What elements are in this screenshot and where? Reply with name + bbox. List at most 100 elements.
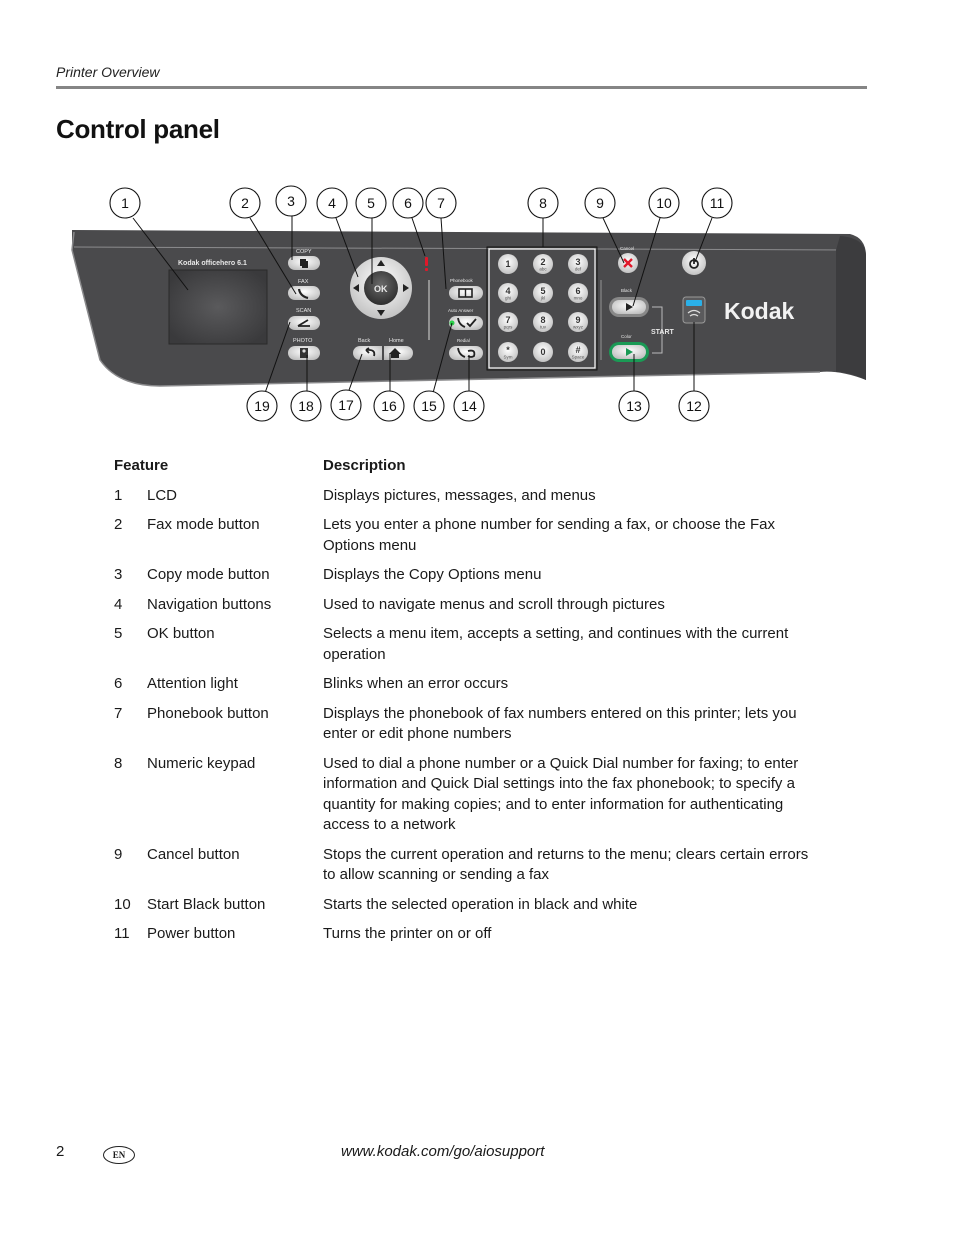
kodak-logo: Kodak bbox=[724, 298, 795, 324]
callout-number: 12 bbox=[686, 398, 702, 414]
feature-number: 8 bbox=[114, 754, 123, 772]
page-title: Control panel bbox=[56, 114, 220, 144]
svg-text:OK: OK bbox=[374, 284, 388, 294]
back-button[interactable] bbox=[353, 346, 382, 360]
callout: 8 bbox=[527, 187, 559, 219]
feature-description: Selects a menu item, accepts a setting, … bbox=[323, 625, 789, 663]
language-badge: EN bbox=[103, 1146, 135, 1164]
feature-table: Feature Description 1 LCD Displays picture… bbox=[114, 456, 814, 954]
page-number: 2 bbox=[56, 1143, 65, 1160]
keypad-key[interactable]: 3def bbox=[568, 254, 588, 274]
feature-number: 1 bbox=[114, 486, 123, 504]
callout-number: 1 bbox=[121, 195, 129, 211]
svg-text:FAX: FAX bbox=[298, 279, 309, 285]
callout-number: 13 bbox=[626, 398, 642, 414]
callout: 3 bbox=[275, 185, 307, 217]
svg-text:Auto Answer: Auto Answer bbox=[448, 308, 474, 313]
callout: 1 bbox=[109, 187, 141, 219]
callout-number: 15 bbox=[421, 398, 437, 414]
table-header-row: Feature Description bbox=[114, 456, 814, 486]
keypad-key[interactable]: 7pqrs bbox=[498, 312, 518, 332]
callout: 12 bbox=[678, 390, 710, 422]
feature-number: 2 bbox=[114, 516, 123, 533]
svg-text:Color: Color bbox=[621, 334, 632, 339]
feature-number: 10 bbox=[114, 895, 131, 913]
feature-description: Displays the phonebook of fax numbers en… bbox=[323, 704, 797, 743]
feature-name: Attention light bbox=[147, 675, 238, 692]
keypad-key-number: 3 bbox=[575, 257, 580, 267]
feature-name: Numeric keypad bbox=[147, 754, 256, 772]
table-row: 1 LCD Displays pictures, messages, and men… bbox=[114, 486, 814, 516]
keypad-key[interactable]: #Space bbox=[568, 342, 588, 362]
keypad-key-letters: tuv bbox=[540, 325, 547, 330]
feature-number: 6 bbox=[114, 675, 123, 692]
keypad-key[interactable]: 9wxyz bbox=[568, 312, 588, 332]
home-button[interactable] bbox=[384, 346, 413, 360]
start-label: START bbox=[651, 329, 675, 336]
callout: 16 bbox=[373, 390, 405, 422]
feature-number: 3 bbox=[114, 566, 123, 583]
feature-description: Starts the selected operation in black a… bbox=[323, 895, 638, 913]
keypad-key[interactable]: 2abc bbox=[533, 254, 553, 274]
keypad-key-number: 6 bbox=[575, 286, 580, 296]
table-row: 10 Start Black button Starts the selected … bbox=[114, 895, 814, 925]
callout-number: 18 bbox=[298, 398, 314, 414]
ok-button[interactable]: OK bbox=[364, 271, 398, 305]
feature-description: Displays pictures, messages, and menus bbox=[323, 486, 596, 504]
header-rule bbox=[56, 86, 867, 89]
svg-text:Redial: Redial bbox=[457, 338, 470, 343]
keypad-key-letters: Space bbox=[572, 355, 585, 360]
callout-number: 9 bbox=[596, 195, 604, 211]
callout: 17 bbox=[330, 389, 362, 421]
keypad-key[interactable]: 1 bbox=[498, 254, 518, 274]
feature-description: Used to navigate menus and scroll throug… bbox=[323, 595, 665, 613]
callout-number: 7 bbox=[437, 195, 445, 211]
callout-number: 4 bbox=[328, 195, 336, 211]
keypad-key-number: 5 bbox=[540, 286, 545, 296]
keypad-key[interactable]: 8tuv bbox=[533, 312, 553, 332]
table-body: 1 LCD Displays pictures, messages, and men… bbox=[114, 486, 814, 954]
keypad-key[interactable]: *Sym bbox=[498, 342, 518, 362]
table-row: 9 Cancel button Stops the current operatio… bbox=[114, 845, 814, 895]
feature-name: Power button bbox=[147, 925, 236, 942]
feature-name: Cancel button bbox=[147, 845, 240, 863]
callout: 11 bbox=[701, 187, 733, 219]
svg-text:Home: Home bbox=[389, 338, 404, 344]
feature-description: Blinks when an error occurs bbox=[323, 675, 509, 692]
callout-number: 16 bbox=[381, 398, 397, 414]
keypad-key-letters: abc bbox=[539, 267, 547, 272]
callout: 2 bbox=[229, 187, 261, 219]
keypad-key-number: # bbox=[575, 345, 580, 355]
feature-name: LCD bbox=[147, 486, 178, 504]
callout: 15 bbox=[413, 390, 445, 422]
keypad-key-letters: jkl bbox=[540, 296, 545, 301]
keypad-key-number: 7 bbox=[505, 315, 510, 325]
svg-text:Back: Back bbox=[358, 338, 370, 344]
feature-number: 5 bbox=[114, 625, 123, 642]
feature-name: OK button bbox=[147, 625, 215, 642]
brand-small-label: Kodak officehero 6.1 bbox=[178, 260, 247, 267]
callout: 6 bbox=[392, 187, 424, 219]
table-row: 5 OK button Selects a menu item, accepts a… bbox=[114, 624, 814, 674]
feature-number: 7 bbox=[114, 704, 123, 722]
keypad-key[interactable]: 5jkl bbox=[533, 283, 553, 303]
callout: 7 bbox=[425, 187, 457, 219]
keypad-key-number: 4 bbox=[505, 286, 510, 296]
callout: 10 bbox=[648, 187, 680, 219]
feature-number: 9 bbox=[114, 845, 123, 863]
table-row: 8 Numeric keypad Used to dial a phone numb… bbox=[114, 754, 814, 845]
keypad-key[interactable]: 6mno bbox=[568, 283, 588, 303]
callout-number: 2 bbox=[241, 195, 249, 211]
svg-text:Black: Black bbox=[621, 288, 633, 293]
keypad-key-letters: Sym bbox=[504, 355, 513, 360]
callout-number: 19 bbox=[254, 398, 270, 414]
support-url[interactable]: www.kodak.com/go/aiosupport bbox=[341, 1143, 544, 1160]
feature-name: Copy mode button bbox=[147, 566, 270, 583]
table-row: 4 Navigation buttons Used to navigate menu… bbox=[114, 595, 814, 625]
keypad-key-number: 0 bbox=[540, 347, 545, 357]
callout-number: 10 bbox=[656, 195, 672, 211]
keypad-key[interactable]: 4ghi bbox=[498, 283, 518, 303]
keypad-key[interactable]: 0 bbox=[533, 342, 553, 362]
power-button[interactable] bbox=[682, 251, 706, 275]
feature-number: 4 bbox=[114, 595, 123, 613]
